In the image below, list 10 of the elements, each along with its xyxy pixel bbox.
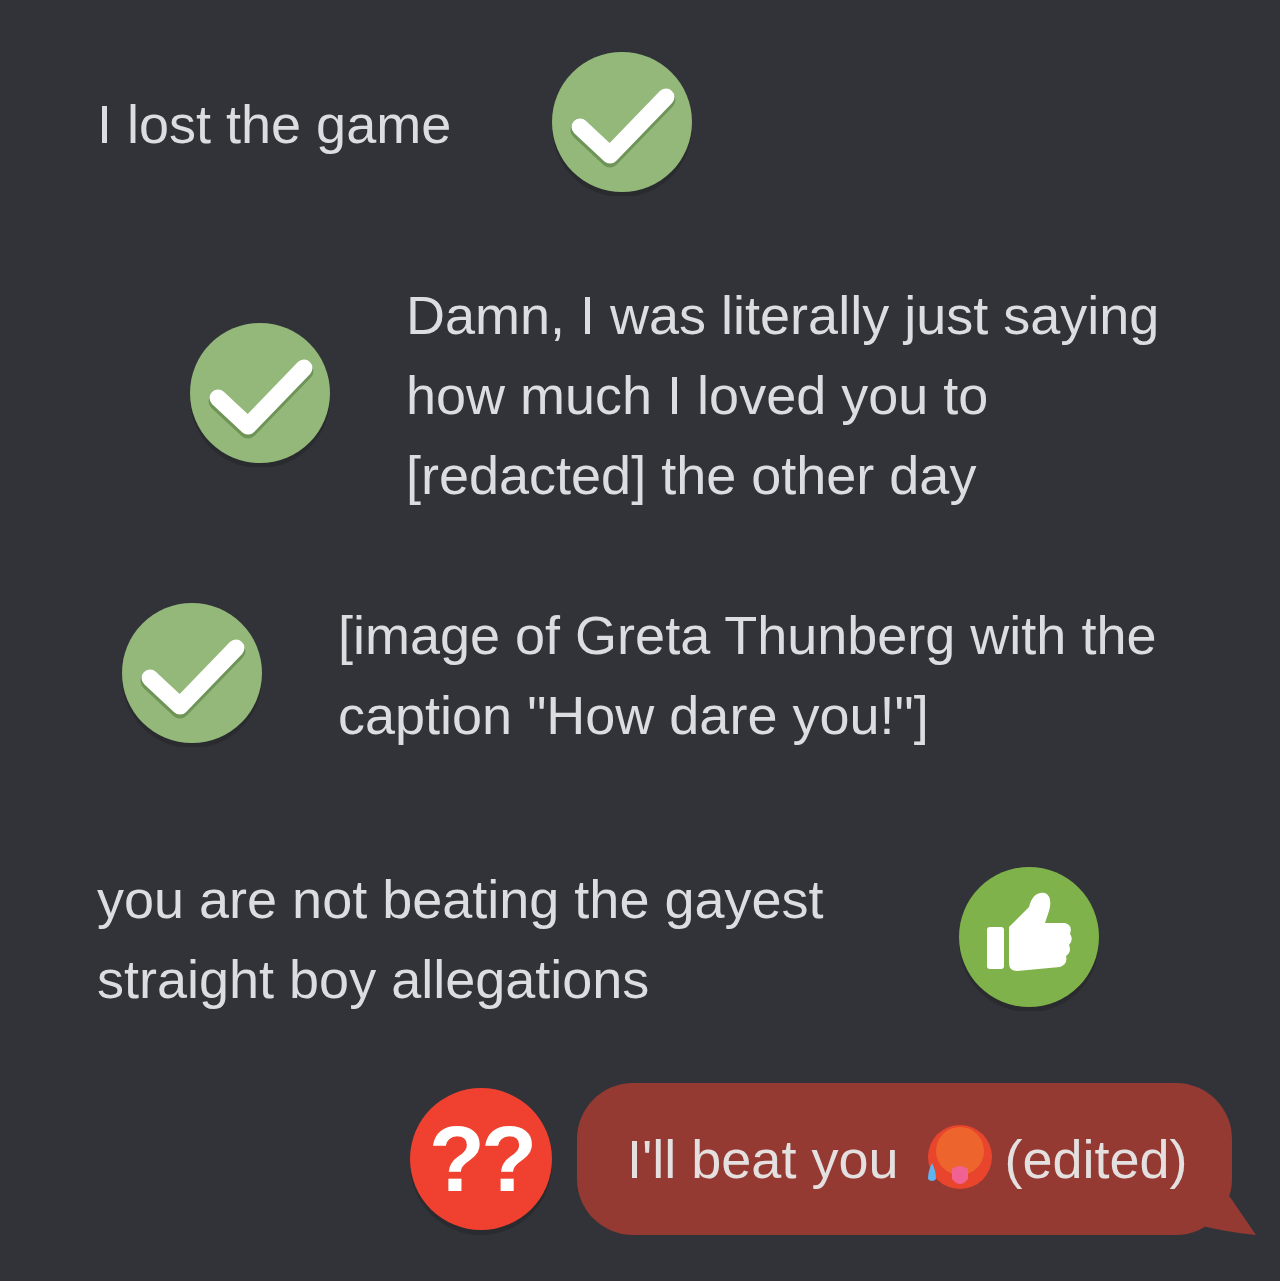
edited-label: (edited) [1004, 1128, 1188, 1190]
checkmark-icon [120, 603, 264, 747]
message-text: I lost the game [97, 93, 453, 156]
message-text: you are not beating the gayest straight boy allegations [97, 868, 825, 1011]
checkmark-icon [188, 323, 332, 467]
message-text: Damn, I was literally just saying how much I loved you to [redacted] the other day [406, 284, 1161, 507]
message-text: [image of Greta Thunberg with the caption "How dare you!"] [338, 604, 1158, 747]
checkmark-icon [550, 52, 694, 196]
thumbs-up-icon [957, 867, 1101, 1011]
message-text: I'll beat you [627, 1128, 899, 1190]
